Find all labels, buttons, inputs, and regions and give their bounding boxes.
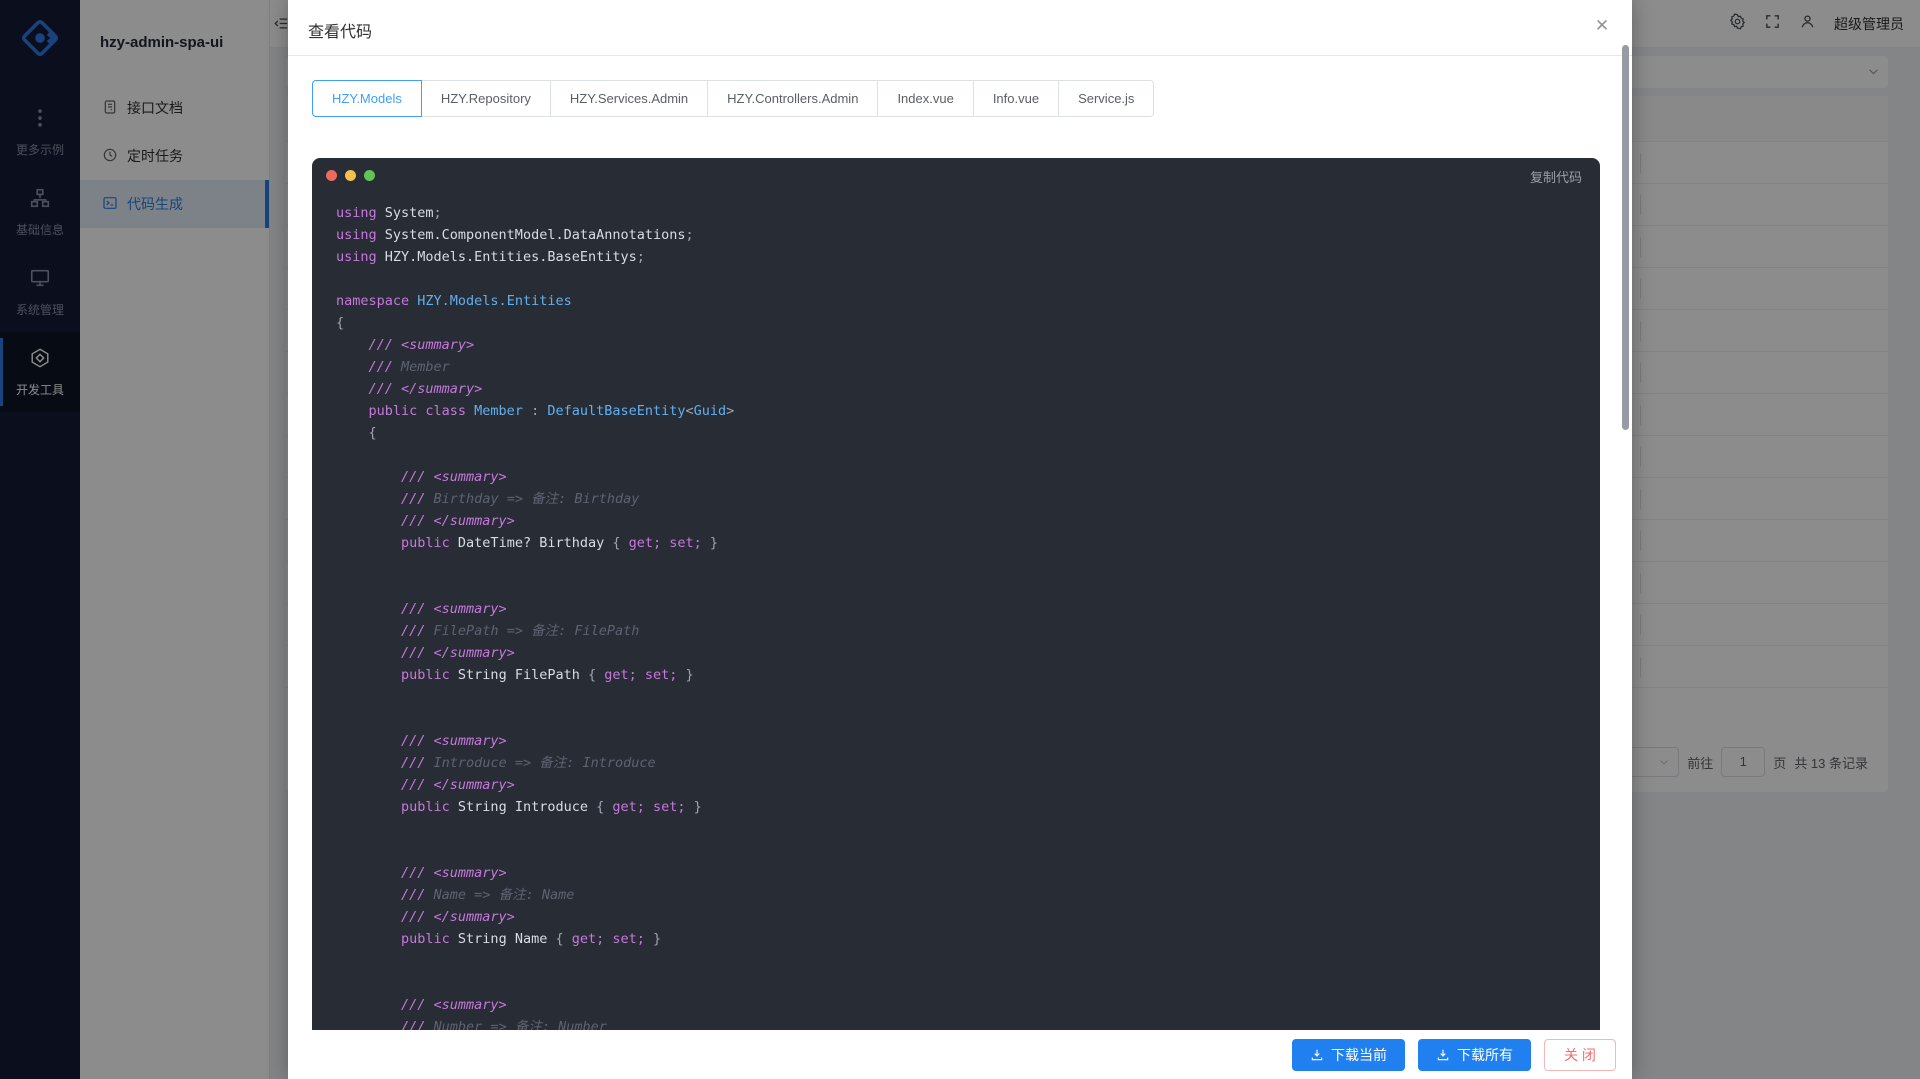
traffic-red-icon (326, 170, 337, 181)
code-line: public String Name { get; set; } (336, 928, 1600, 950)
code-line: public String FilePath { get; set; } (336, 664, 1600, 686)
tab-bar: HZY.ModelsHZY.RepositoryHZY.Services.Adm… (312, 80, 1154, 117)
code-line: /// Member (336, 356, 1600, 378)
traffic-green-icon (364, 170, 375, 181)
code-lines: using System;using System.ComponentModel… (312, 192, 1600, 1030)
tab-HZY.Models[interactable]: HZY.Models (312, 80, 422, 117)
code-line: /// <summary> (336, 334, 1600, 356)
code-line: /// Name => 备注: Name (336, 884, 1600, 906)
code-line: /// Introduce => 备注: Introduce (336, 752, 1600, 774)
download-all-button[interactable]: 下载所有 (1418, 1039, 1531, 1071)
code-line (336, 444, 1600, 466)
code-line: /// </summary> (336, 774, 1600, 796)
code-line (336, 708, 1600, 730)
tab-HZY.Services.Admin[interactable]: HZY.Services.Admin (550, 80, 708, 117)
code-line: /// <summary> (336, 862, 1600, 884)
code-line: public DateTime? Birthday { get; set; } (336, 532, 1600, 554)
code-line: /// Birthday => 备注: Birthday (336, 488, 1600, 510)
tab-Info.vue[interactable]: Info.vue (973, 80, 1059, 117)
dialog-footer: 下载当前 下载所有 关 闭 (288, 1030, 1632, 1079)
close-dialog-button[interactable]: 关 闭 (1544, 1039, 1616, 1071)
code-line (336, 972, 1600, 994)
code-line: /// Number => 备注: Number (336, 1016, 1600, 1030)
code-line: namespace HZY.Models.Entities (336, 290, 1600, 312)
code-line: public class Member : DefaultBaseEntity<… (336, 400, 1600, 422)
code-line: using System; (336, 202, 1600, 224)
traffic-yellow-icon (345, 170, 356, 181)
tab-Service.js[interactable]: Service.js (1058, 80, 1154, 117)
code-line: /// <summary> (336, 994, 1600, 1016)
code-editor: 复制代码 using System;using System.Component… (312, 158, 1600, 1030)
code-line (336, 268, 1600, 290)
tab-HZY.Repository[interactable]: HZY.Repository (421, 80, 551, 117)
code-line: { (336, 422, 1600, 444)
code-line (336, 818, 1600, 840)
code-line (336, 576, 1600, 598)
download-current-button[interactable]: 下载当前 (1292, 1039, 1405, 1071)
code-line: /// FilePath => 备注: FilePath (336, 620, 1600, 642)
code-line (336, 840, 1600, 862)
code-line (336, 686, 1600, 708)
code-line: /// </summary> (336, 510, 1600, 532)
traffic-lights (326, 170, 375, 181)
view-code-dialog: 查看代码 ✕ HZY.ModelsHZY.RepositoryHZY.Servi… (288, 0, 1632, 1079)
code-line (336, 950, 1600, 972)
tab-HZY.Controllers.Admin[interactable]: HZY.Controllers.Admin (707, 80, 878, 117)
download-icon (1436, 1048, 1450, 1062)
close-icon[interactable]: ✕ (1590, 14, 1614, 38)
dialog-title: 查看代码 (308, 18, 372, 42)
copy-code-button[interactable]: 复制代码 (1530, 167, 1582, 186)
download-icon (1310, 1048, 1324, 1062)
modal-scrollbar-thumb[interactable] (1622, 45, 1629, 430)
code-line: /// </summary> (336, 642, 1600, 664)
code-line: public String Introduce { get; set; } (336, 796, 1600, 818)
code-line: /// <summary> (336, 598, 1600, 620)
dialog-header: 查看代码 ✕ (288, 0, 1632, 56)
code-line: /// </summary> (336, 378, 1600, 400)
code-line: /// </summary> (336, 906, 1600, 928)
tab-Index.vue[interactable]: Index.vue (877, 80, 973, 117)
code-line: using System.ComponentModel.DataAnnotati… (336, 224, 1600, 246)
code-line: using HZY.Models.Entities.BaseEntitys; (336, 246, 1600, 268)
code-line (336, 554, 1600, 576)
editor-title-bar: 复制代码 (312, 158, 1600, 192)
code-line: { (336, 312, 1600, 334)
code-line: /// <summary> (336, 466, 1600, 488)
code-line: /// <summary> (336, 730, 1600, 752)
